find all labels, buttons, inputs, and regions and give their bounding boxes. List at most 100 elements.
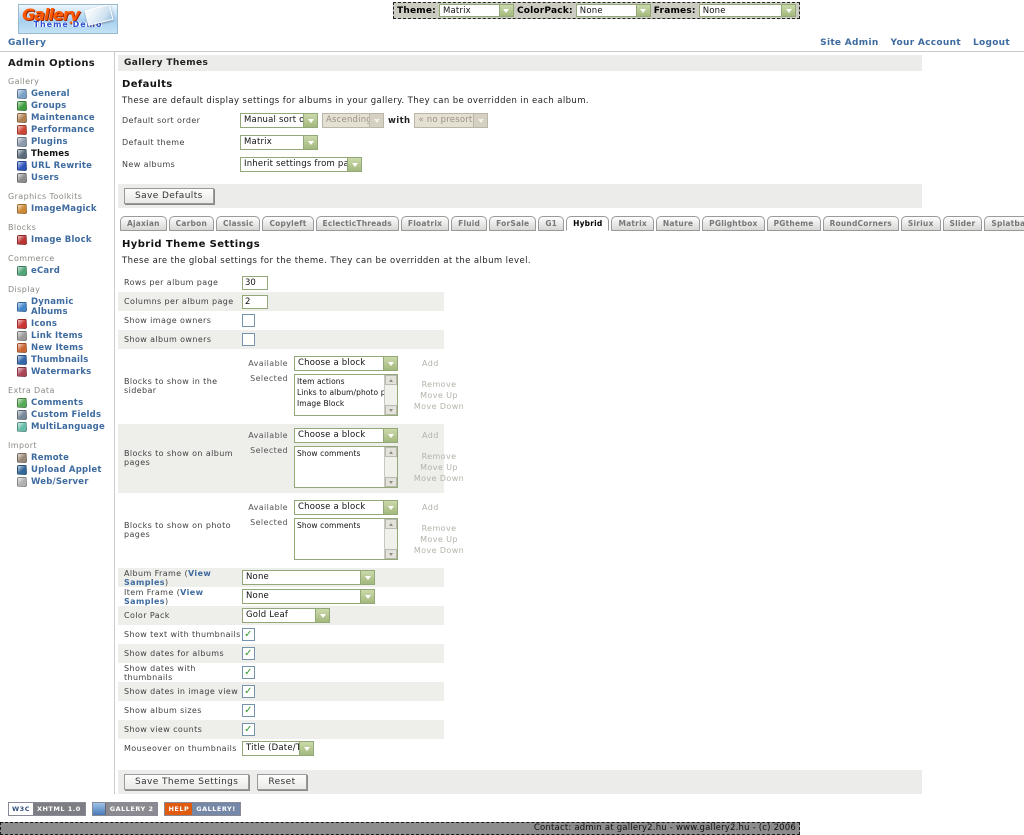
tab-fluid[interactable]: Fluid (451, 216, 487, 231)
sidebar-item-url-rewrite[interactable]: URL Rewrite (8, 160, 112, 172)
logout-link[interactable]: Logout (973, 38, 1010, 48)
move-up-link[interactable]: Move Up (410, 462, 468, 473)
sidebar-item-comments[interactable]: Comments (8, 397, 112, 409)
listbox-scrollbar[interactable] (384, 375, 397, 415)
sidebar-item-multilanguage[interactable]: MultiLanguage (8, 421, 112, 433)
sidebar-item-ecard[interactable]: eCard (8, 265, 112, 277)
show-text-with-thumbnails-checkbox[interactable]: ✓ (242, 628, 255, 641)
theme-select[interactable]: Matrix (439, 4, 514, 17)
columns-per-album-page-input[interactable] (242, 295, 268, 309)
gallery-logo[interactable]: Gallery Theme Demo (18, 4, 118, 34)
tab-g1[interactable]: G1 (538, 216, 564, 231)
sidebar-item-image-block[interactable]: Image Block (8, 234, 112, 246)
sidebar-item-dynamic-albums[interactable]: Dynamic Albums (8, 296, 112, 318)
sidebar-item-remote[interactable]: Remote (8, 452, 112, 464)
color-pack-select[interactable]: Gold Leaf (242, 608, 330, 623)
sidebar-item-groups[interactable]: Groups (8, 100, 112, 112)
tab-eclecticthreads[interactable]: EclecticThreads (316, 216, 399, 231)
colorpack-select[interactable]: None (576, 4, 651, 17)
mouseover-on-thumbnails-select[interactable]: Title (Date/Time) (242, 741, 314, 756)
default-theme-select[interactable]: Matrix (240, 135, 318, 150)
sidebar-item-performance[interactable]: Performance (8, 124, 112, 136)
add-link[interactable]: Add (422, 431, 439, 440)
sidebar-item-link-items[interactable]: Link Items (8, 330, 112, 342)
remove-link[interactable]: Remove (410, 379, 468, 390)
available-blocks-select[interactable]: Choose a block (294, 500, 398, 515)
photo-pages-blocks-list[interactable]: Show comments (294, 518, 398, 560)
sidebar-blocks-list[interactable]: Item actionsLinks to album/photo peersIm… (294, 374, 398, 416)
tab-hybrid[interactable]: Hybrid (566, 216, 609, 231)
view-samples-link[interactable]: View Samples (124, 588, 203, 606)
tab-ajaxian[interactable]: Ajaxian (120, 216, 167, 231)
remove-link[interactable]: Remove (410, 523, 468, 534)
show-dates-in-image-view-checkbox[interactable]: ✓ (242, 685, 255, 698)
tab-carbon[interactable]: Carbon (169, 216, 214, 231)
sidebar-item-upload-applet[interactable]: Upload Applet (8, 464, 112, 476)
sidebar-item-maintenance[interactable]: Maintenance (8, 112, 112, 124)
view-samples-link[interactable]: View Samples (124, 569, 211, 587)
sidebar-item-web-server[interactable]: Web/Server (8, 476, 112, 488)
tab-pglightbox[interactable]: PGlightbox (702, 216, 764, 231)
rows-per-album-page-input[interactable] (242, 276, 268, 290)
sidebar-item-watermarks[interactable]: Watermarks (8, 366, 112, 378)
tab-copyleft[interactable]: Copyleft (262, 216, 313, 231)
sidebar-item-icons[interactable]: Icons (8, 318, 112, 330)
scroll-up-icon[interactable] (385, 375, 397, 385)
help-gallery-badge[interactable]: HELP GALLERY! (164, 802, 240, 816)
tab-matrix[interactable]: Matrix (611, 216, 653, 231)
default-sort-order-select[interactable]: Manual sort order (240, 113, 318, 128)
gallery2-badge[interactable]: GALLERY 2 (92, 802, 159, 816)
sidebar-item-plugins[interactable]: Plugins (8, 136, 112, 148)
sidebar-item-themes[interactable]: Themes (8, 148, 112, 160)
tab-siriux[interactable]: Siriux (901, 216, 941, 231)
sidebar-item-users[interactable]: Users (8, 172, 112, 184)
sidebar-item-thumbnails[interactable]: Thumbnails (8, 354, 112, 366)
list-option[interactable]: Show comments (297, 520, 384, 531)
listbox-scrollbar[interactable] (384, 447, 397, 487)
album-pages-blocks-list[interactable]: Show comments (294, 446, 398, 488)
move-down-link[interactable]: Move Down (410, 473, 468, 484)
sidebar-item-custom-fields[interactable]: Custom Fields (8, 409, 112, 421)
scroll-down-icon[interactable] (385, 405, 397, 415)
move-down-link[interactable]: Move Down (410, 545, 468, 556)
add-link[interactable]: Add (422, 503, 439, 512)
tab-nature[interactable]: Nature (656, 216, 700, 231)
scroll-up-icon[interactable] (385, 447, 397, 457)
scroll-down-icon[interactable] (385, 549, 397, 559)
list-option[interactable]: Item actions (297, 376, 384, 387)
tab-pgtheme[interactable]: PGtheme (767, 216, 821, 231)
scroll-down-icon[interactable] (385, 477, 397, 487)
tab-roundcorners[interactable]: RoundCorners (823, 216, 899, 231)
sidebar-item-general[interactable]: General (8, 88, 112, 100)
xhtml-badge[interactable]: W3C XHTML 1.0 (8, 802, 86, 816)
new-albums-select[interactable]: Inherit settings from parent album (240, 157, 362, 172)
tab-forsale[interactable]: ForSale (489, 216, 536, 231)
list-option[interactable]: Image Block (297, 398, 384, 409)
available-blocks-select[interactable]: Choose a block (294, 428, 398, 443)
sidebar-item-imagemagick[interactable]: ImageMagick (8, 203, 112, 215)
show-album-sizes-checkbox[interactable]: ✓ (242, 704, 255, 717)
save-theme-settings-button[interactable]: Save Theme Settings (124, 774, 249, 790)
breadcrumb-gallery[interactable]: Gallery (8, 38, 46, 48)
add-link[interactable]: Add (422, 359, 439, 368)
show-view-counts-checkbox[interactable]: ✓ (242, 723, 255, 736)
available-blocks-select[interactable]: Choose a block (294, 356, 398, 371)
list-option[interactable]: Show comments (297, 448, 384, 459)
show-dates-for-albums-checkbox[interactable]: ✓ (242, 647, 255, 660)
site-admin-link[interactable]: Site Admin (820, 38, 878, 48)
move-down-link[interactable]: Move Down (410, 401, 468, 412)
sidebar-item-new-items[interactable]: New Items (8, 342, 112, 354)
tab-slider[interactable]: Slider (943, 216, 983, 231)
scroll-up-icon[interactable] (385, 519, 397, 529)
show-dates-with-thumbnails-checkbox[interactable]: ✓ (242, 666, 255, 679)
listbox-scrollbar[interactable] (384, 519, 397, 559)
album-frame-select[interactable]: None (242, 570, 375, 585)
your-account-link[interactable]: Your Account (891, 38, 961, 48)
remove-link[interactable]: Remove (410, 451, 468, 462)
save-defaults-button[interactable]: Save Defaults (124, 188, 214, 204)
reset-button[interactable]: Reset (257, 774, 306, 790)
show-image-owners-checkbox[interactable] (242, 314, 255, 327)
tab-floatrix[interactable]: Floatrix (401, 216, 449, 231)
move-up-link[interactable]: Move Up (410, 390, 468, 401)
show-album-owners-checkbox[interactable] (242, 333, 255, 346)
